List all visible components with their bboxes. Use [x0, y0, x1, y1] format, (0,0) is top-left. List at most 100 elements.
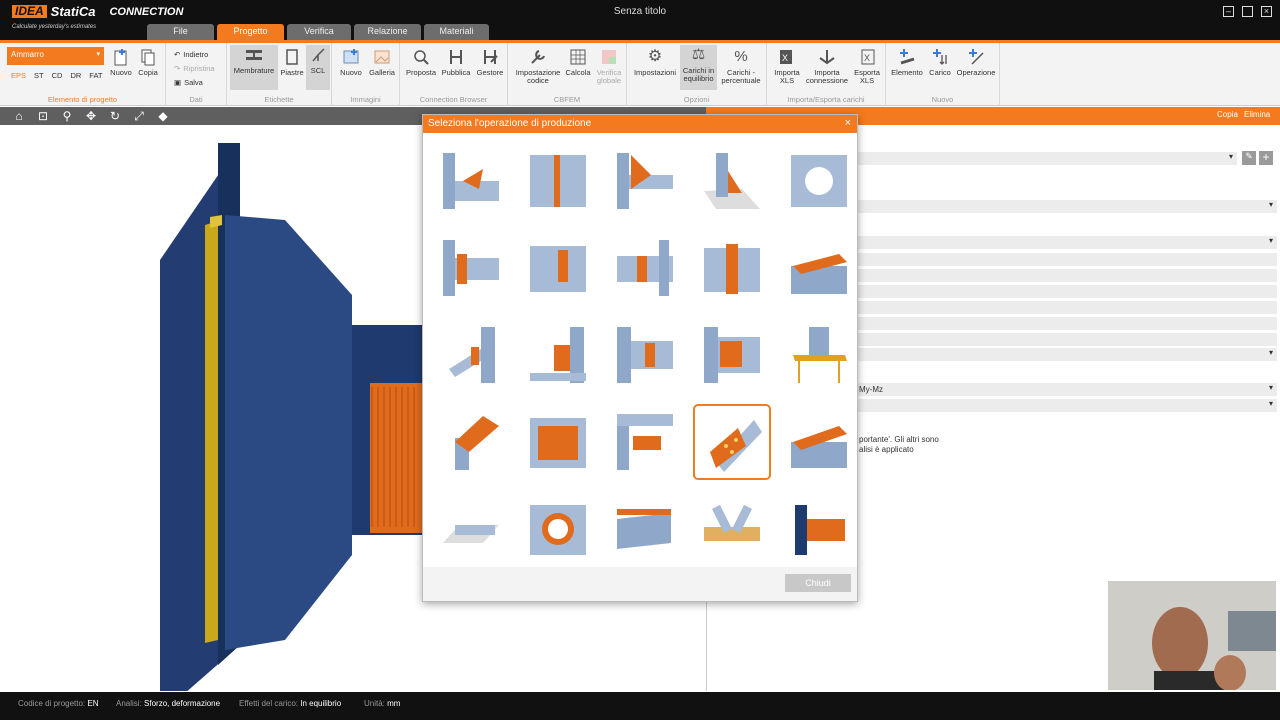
code-eps[interactable]: EPS — [11, 71, 26, 80]
operation-widener[interactable] — [780, 404, 858, 480]
import-connection-button[interactable]: Importa connessione — [805, 47, 849, 85]
undo-button[interactable]: ↶ Indietro — [174, 50, 208, 59]
edit-icon[interactable]: ✎ — [1242, 151, 1256, 165]
excel-import-icon: X — [777, 47, 797, 67]
redo-button[interactable]: ↷ Ripristina — [174, 64, 215, 73]
close-icon[interactable]: × — [1261, 6, 1272, 17]
wrench-icon — [528, 47, 548, 67]
save-button[interactable]: ▣ Salva — [174, 78, 203, 87]
operation-cleat[interactable] — [606, 317, 684, 393]
prop-row-6[interactable] — [857, 285, 1277, 298]
dialog-close-icon[interactable]: × — [845, 117, 851, 129]
operation-fin-plate[interactable] — [432, 230, 510, 306]
operation-splice[interactable] — [606, 230, 684, 306]
code-dr[interactable]: DR — [70, 71, 81, 80]
new-operation-button[interactable]: Operazione — [954, 47, 998, 77]
global-check-button[interactable]: Verifica globale — [593, 47, 625, 85]
prop-row-2[interactable] — [857, 200, 1277, 213]
tab-file[interactable]: File — [147, 24, 214, 40]
new-member-button[interactable]: Elemento — [888, 47, 926, 77]
code-st[interactable]: ST — [34, 71, 44, 80]
prop-row-3[interactable] — [857, 236, 1277, 249]
prop-row-9[interactable] — [857, 333, 1277, 346]
maximize-icon[interactable] — [1242, 6, 1253, 17]
operation-truss-node[interactable] — [693, 491, 771, 567]
plate-icon — [282, 47, 302, 67]
rotate-icon[interactable]: ↻ — [108, 109, 122, 123]
delete-link[interactable]: Elimina — [1244, 110, 1270, 119]
global-check-icon — [599, 47, 619, 67]
add-icon[interactable]: + — [1259, 151, 1273, 165]
operation-gusset[interactable] — [519, 317, 597, 393]
operation-tube-opening[interactable] — [519, 491, 597, 567]
operation-cover-plate[interactable] — [780, 230, 858, 306]
publish-button[interactable]: Pubblica — [439, 47, 473, 77]
project-item-dropdown[interactable]: Ammarro — [7, 47, 104, 65]
minimize-icon[interactable]: – — [1223, 6, 1234, 17]
gallery-button[interactable]: Galleria — [367, 47, 397, 77]
calculate-button[interactable]: Calcola — [564, 47, 592, 77]
members-toggle[interactable]: Membrature — [230, 45, 278, 90]
copy-link[interactable]: Copia — [1217, 110, 1238, 119]
operation-end-plate[interactable] — [519, 230, 597, 306]
prop-row-7[interactable] — [857, 301, 1277, 314]
operation-stub[interactable] — [780, 317, 858, 393]
operation-base-stiffener[interactable] — [693, 143, 771, 219]
scl-toggle[interactable]: SCL — [306, 45, 330, 90]
operation-opening[interactable] — [780, 143, 858, 219]
home-icon[interactable]: ⌂ — [12, 109, 26, 123]
plates-toggle[interactable]: Piastre — [279, 47, 305, 77]
tab-materiali[interactable]: Materiali — [424, 24, 489, 40]
group-images: Nuovo Galleria Immagini — [332, 43, 400, 106]
code-cd[interactable]: CD — [52, 71, 63, 80]
operation-bearing[interactable] — [606, 404, 684, 480]
manager-button[interactable]: Gestore — [474, 47, 506, 77]
settings-button[interactable]: ⚙ Impostazioni — [631, 47, 679, 77]
operation-angle-cleat[interactable] — [693, 317, 771, 393]
tab-relazione[interactable]: Relazione — [354, 24, 421, 40]
new-image-button[interactable]: Nuovo — [337, 47, 365, 77]
add-operation-icon — [966, 47, 986, 67]
propose-button[interactable]: Proposta — [404, 47, 438, 77]
operation-stiffening-plate[interactable] — [432, 143, 510, 219]
tab-verifica[interactable]: Verifica — [287, 24, 351, 40]
prop-row-4[interactable] — [857, 253, 1277, 266]
operation-rib[interactable] — [519, 143, 597, 219]
close-button[interactable]: Chiudi — [785, 574, 851, 592]
propose-icon — [411, 47, 431, 67]
import-xls-button[interactable]: X Importa XLS — [770, 47, 804, 85]
operation-bolted-splice[interactable] — [693, 230, 771, 306]
gear-icon: ⚙ — [647, 48, 663, 65]
zoom-icon[interactable]: ⚲ — [60, 109, 74, 123]
operation-cut[interactable] — [432, 491, 510, 567]
copy-item-button[interactable]: Copia — [135, 47, 161, 77]
prop-row-1[interactable] — [857, 152, 1237, 165]
operation-beam-splice[interactable] — [780, 491, 858, 567]
code-setup-button[interactable]: Impostazione codice — [510, 47, 566, 85]
operation-plate-on-member[interactable] — [519, 404, 597, 480]
operation-brace-connection[interactable] — [432, 317, 510, 393]
prop-row-5[interactable] — [857, 269, 1277, 282]
load-type-dropdown[interactable]: My-Mz — [857, 383, 1277, 396]
prop-row-10[interactable] — [857, 348, 1277, 361]
prop-row-12[interactable] — [857, 399, 1277, 412]
code-tabs: EPS ST CD DR FAT — [11, 71, 103, 80]
new-load-button[interactable]: Carico — [926, 47, 954, 77]
group-options: ⚙ Impostazioni ⚖ Carichi in equilibrio %… — [627, 43, 767, 106]
loads-equilibrium-toggle[interactable]: ⚖ Carichi in equilibrio — [680, 45, 717, 90]
zoom-window-icon[interactable]: ⊡ — [36, 109, 50, 123]
render-mode-icon[interactable]: ◆ — [156, 109, 170, 123]
pan-icon[interactable]: ✥ — [84, 109, 98, 123]
operation-bolt-plate-selected[interactable] — [693, 404, 771, 480]
loads-percentage-button[interactable]: % Carichi - percentuale — [719, 47, 763, 85]
prop-row-8[interactable] — [857, 317, 1277, 330]
operation-haunch[interactable] — [606, 143, 684, 219]
operation-notch[interactable] — [606, 491, 684, 567]
tab-progetto[interactable]: Progetto — [217, 24, 284, 40]
group-cbfem: Impostazione codice Calcola Verifica glo… — [508, 43, 627, 106]
operation-tube-cut[interactable] — [432, 404, 510, 480]
export-xls-button[interactable]: X Esporta XLS — [850, 47, 884, 85]
code-fat[interactable]: FAT — [89, 71, 102, 80]
new-item-button[interactable]: Nuovo — [108, 47, 134, 77]
fit-icon[interactable]: ⤢ — [132, 109, 146, 123]
